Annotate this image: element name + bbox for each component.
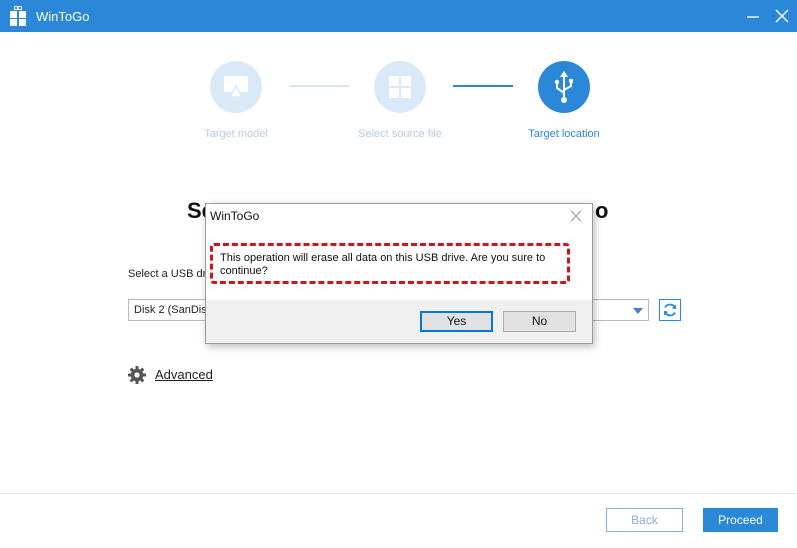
step-select-source [374, 61, 426, 113]
back-button[interactable]: Back [606, 508, 683, 532]
gear-icon[interactable] [128, 366, 146, 384]
step-connector [289, 85, 349, 87]
close-icon[interactable] [569, 209, 583, 223]
minimize-icon[interactable] [743, 6, 763, 26]
monitor-icon [224, 76, 248, 98]
step-label: Select source file [358, 128, 442, 140]
refresh-button[interactable] [659, 299, 681, 321]
step-label: Target location [528, 128, 600, 140]
window-title: WinToGo [36, 9, 90, 24]
refresh-icon [663, 303, 677, 317]
footer-divider [0, 493, 797, 494]
step-connector [453, 85, 513, 87]
step-label: Target model [204, 128, 268, 140]
usb-drive-select-value: Disk 2 (SanDisk [134, 304, 213, 316]
dialog-message: This operation will erase all data on th… [220, 252, 546, 277]
app-logo-icon [10, 6, 26, 26]
dialog-title: WinToGo [210, 209, 260, 223]
step-target-model [210, 61, 262, 113]
chevron-down-icon[interactable] [633, 308, 643, 314]
usb-drive-label: Select a USB dri [128, 268, 209, 280]
close-icon[interactable] [772, 6, 792, 26]
advanced-link[interactable]: Advanced [155, 367, 213, 382]
confirm-dialog: WinToGo This operation will erase all da… [205, 203, 593, 344]
yes-button[interactable]: Yes [420, 311, 493, 332]
proceed-button[interactable]: Proceed [703, 508, 778, 532]
page-heading-right: o [595, 198, 609, 223]
dialog-button-bar: Yes No [206, 300, 592, 343]
title-bar: WinToGo [0, 0, 797, 32]
usb-icon [554, 71, 573, 103]
step-target-location [538, 61, 590, 113]
dialog-message-highlight: This operation will erase all data on th… [210, 243, 570, 284]
no-button[interactable]: No [503, 311, 576, 332]
windows-logo-icon [389, 76, 411, 98]
